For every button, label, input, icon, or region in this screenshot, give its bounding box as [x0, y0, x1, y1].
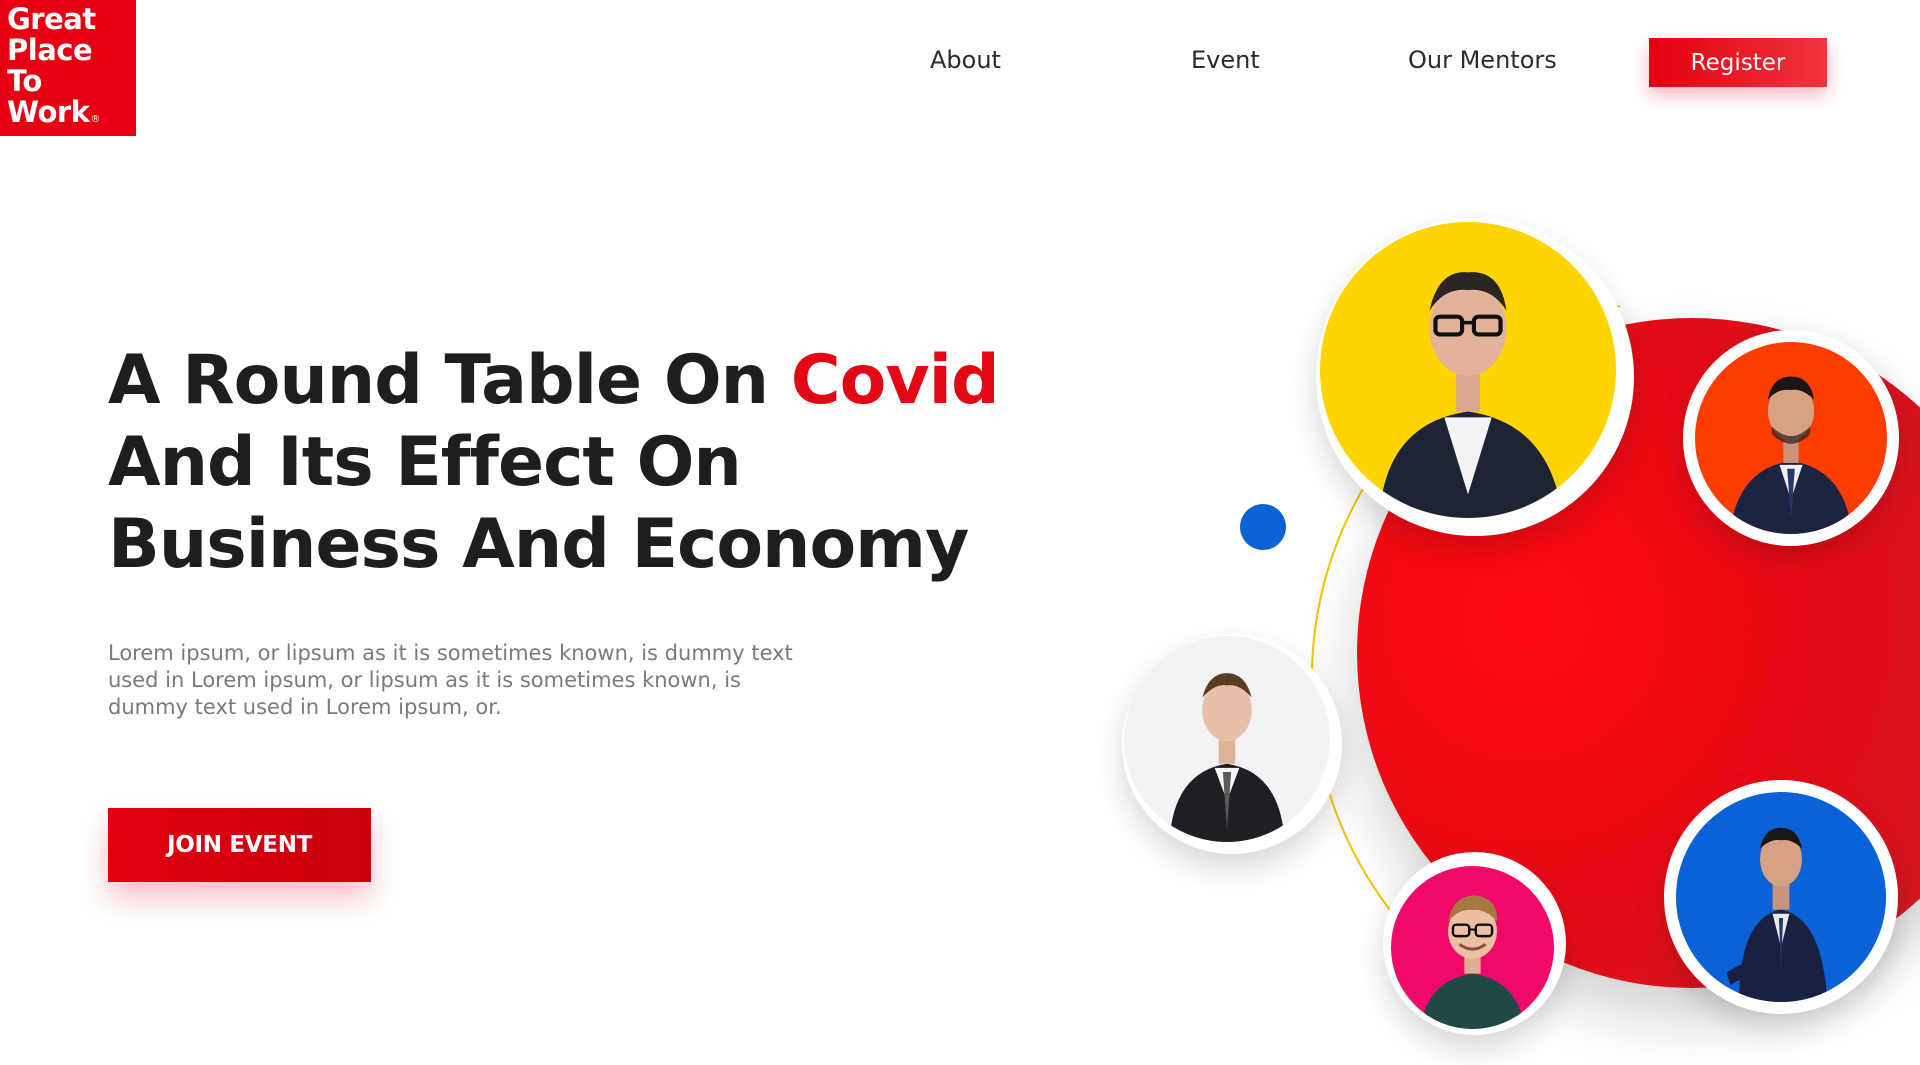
mentor-photo-4-frame [1391, 866, 1554, 1029]
mentor-photo-3-frame [1124, 636, 1330, 842]
nav-link-about[interactable]: About [930, 46, 1001, 74]
logo-line-3: To [7, 64, 42, 98]
hero-title-part-1: A Round Table On [108, 341, 791, 420]
person-avatar-icon [1420, 895, 1525, 1029]
nav-link-our-mentors[interactable]: Our Mentors [1408, 46, 1557, 74]
hero-title-part-2: And Its Effect On Business And Economy [108, 423, 969, 584]
nav-link-event[interactable]: Event [1191, 46, 1260, 74]
mentor-photo-1[interactable] [1316, 218, 1634, 536]
hero-description: Lorem ipsum, or lipsum as it is sometime… [108, 641, 793, 719]
mentor-photo-2-frame [1695, 342, 1887, 534]
mentor-photo-5-frame [1676, 792, 1886, 1002]
register-button[interactable]: Register [1649, 38, 1827, 87]
join-event-button[interactable]: JOIN EVENT [108, 808, 371, 882]
great-place-to-work-logo[interactable]: Great Place To Work® [0, 0, 136, 136]
person-avatar-icon [1169, 673, 1285, 842]
person-avatar-icon [1379, 272, 1563, 518]
hero-title-accent: Covid [790, 341, 1000, 420]
mentor-photo-3[interactable] [1122, 634, 1342, 854]
registered-mark: ® [90, 114, 100, 125]
mentor-photo-5[interactable] [1664, 780, 1898, 1014]
blue-dot-decoration [1240, 504, 1286, 550]
person-avatar-icon [1729, 376, 1853, 534]
hero-title: A Round Table On Covid And Its Effect On… [108, 340, 1088, 586]
mentor-photo-2[interactable] [1683, 330, 1899, 546]
mentor-photo-4[interactable] [1383, 852, 1566, 1035]
logo-line-4: Work® [7, 97, 136, 135]
logo-line-4-text: Work [7, 95, 90, 129]
logo-line-2: Place [7, 33, 93, 67]
person-avatar-icon [1726, 827, 1828, 1002]
landing-page: Great Place To Work® About Event Our Men… [0, 0, 1920, 1065]
logo-line-1: Great [7, 2, 96, 36]
mentor-photo-1-frame [1320, 222, 1616, 518]
